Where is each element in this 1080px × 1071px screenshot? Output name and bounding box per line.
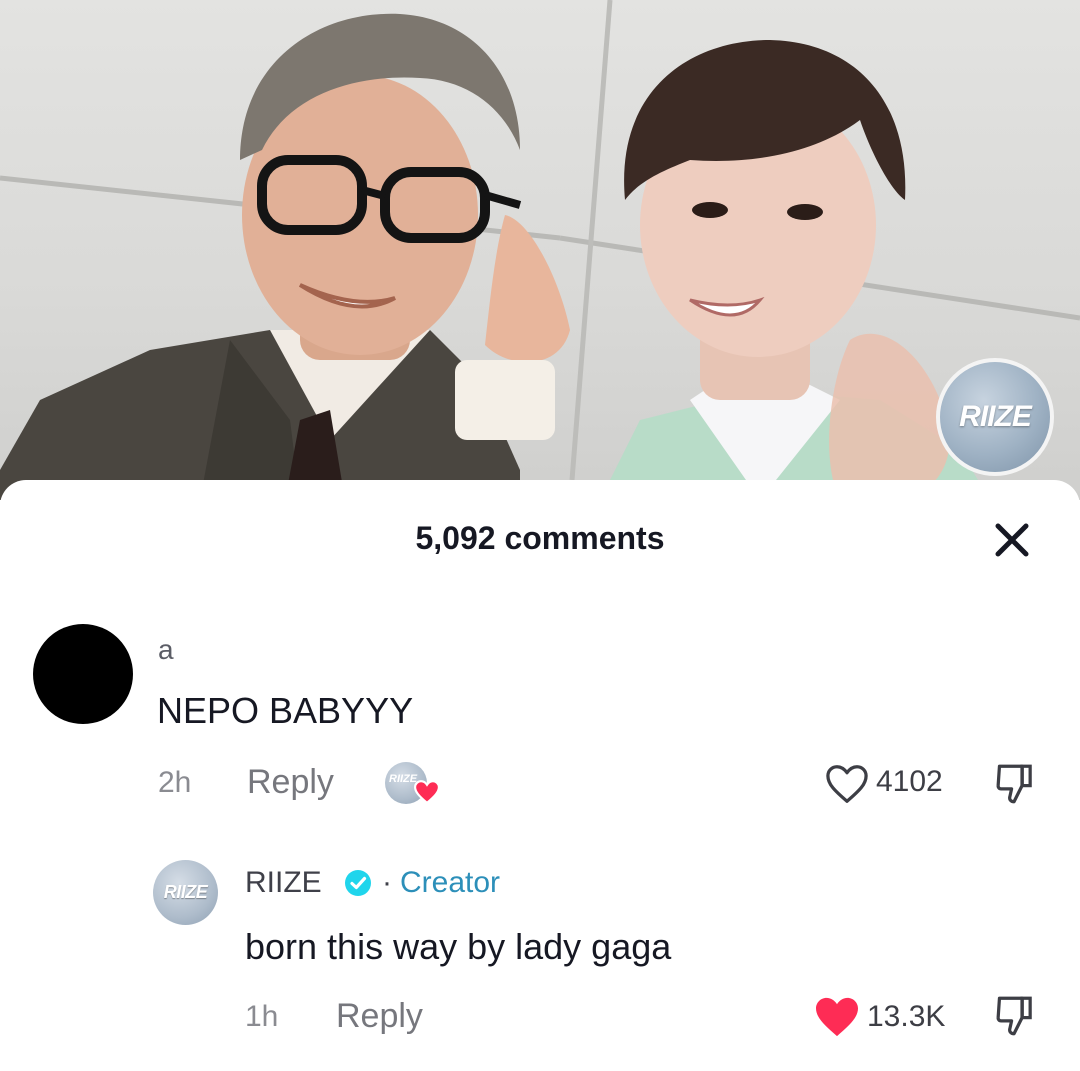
reply-button[interactable]: Reply [336,997,423,1036]
video-frame[interactable]: RIIZE [0,0,1080,500]
watermark-text: RIIZE [959,400,1032,433]
creator-username[interactable]: RIIZE [245,866,322,900]
creator-tag: Creator [400,866,501,899]
name-separator: · [382,866,392,899]
reply-timestamp: 1h [245,1000,279,1033]
comment-timestamp: 2h [158,766,192,799]
like-count: 13.3K [867,1000,946,1033]
commenter-avatar[interactable] [33,624,133,724]
creator-avatar-text: RIIZE [163,882,208,902]
like-heart-icon[interactable] [824,764,870,804]
video-still [0,0,1080,500]
creator-badge-text: RIIZE [389,773,418,785]
reply-text: born this way by lady gaga [245,926,672,967]
close-comments-button[interactable] [990,518,1034,562]
verified-badge-icon [345,870,371,896]
reply-button[interactable]: Reply [247,763,334,802]
close-icon [995,523,1029,557]
dislike-icon[interactable] [994,995,1034,1037]
comment-text: NEPO BABYYY [157,690,414,731]
comments-count-title: 5,092 comments [415,520,665,556]
creator-heart-icon [414,780,440,804]
like-count: 4102 [876,765,943,798]
liked-heart-icon[interactable] [814,996,860,1038]
comment-username[interactable]: a [158,634,174,666]
channel-watermark: RIIZE [936,358,1054,476]
dislike-icon[interactable] [994,763,1034,805]
creator-avatar[interactable]: RIIZE [153,860,218,925]
